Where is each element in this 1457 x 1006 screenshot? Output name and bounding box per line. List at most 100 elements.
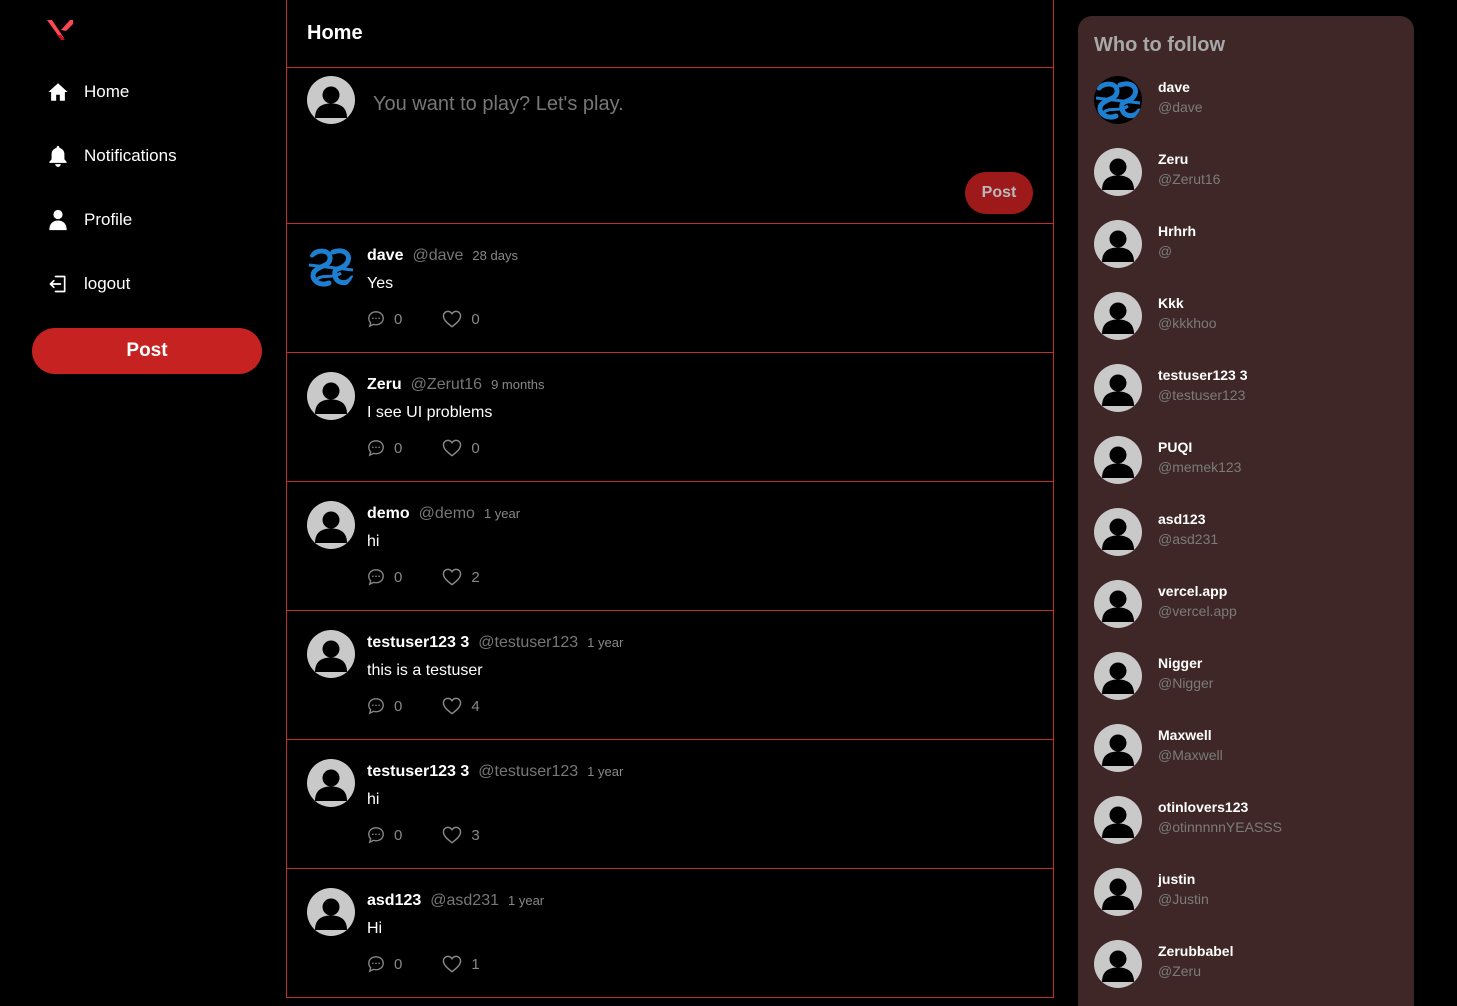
like-button[interactable]: 0 — [442, 439, 480, 457]
follow-user-name[interactable]: asd123 — [1158, 511, 1205, 527]
avatar[interactable] — [1094, 292, 1142, 340]
home-icon — [46, 80, 70, 104]
avatar[interactable] — [1094, 436, 1142, 484]
heart-icon — [442, 568, 462, 586]
reply-button[interactable]: 0 — [367, 955, 402, 973]
follow-user-name[interactable]: Maxwell — [1158, 727, 1212, 743]
follow-user-handle: @kkkhoo — [1158, 315, 1217, 331]
avatar[interactable] — [307, 501, 355, 549]
follow-user-handle: @ — [1158, 243, 1173, 259]
tweet-card[interactable]: demo @demo 1 year hi 0 2 — [287, 482, 1053, 611]
avatar[interactable] — [1094, 364, 1142, 412]
composer-post-button[interactable]: Post — [965, 172, 1033, 214]
follow-suggestion[interactable]: Hrhrh @ — [1094, 220, 1394, 276]
follow-user-name[interactable]: justin — [1158, 871, 1195, 887]
tweet-author-name[interactable]: demo — [367, 505, 410, 523]
tweet-actions: 04 — [367, 697, 480, 715]
follow-user-name[interactable]: Kkk — [1158, 295, 1184, 311]
comment-icon — [367, 568, 385, 586]
follow-suggestion[interactable]: otinlovers123 @otinnnnnYEASSS — [1094, 796, 1394, 852]
tweet-text: Yes — [367, 275, 394, 292]
reply-button[interactable]: 0 — [367, 568, 402, 586]
follow-suggestion[interactable]: Zerubbabel @Zeru — [1094, 940, 1394, 996]
follow-suggestion[interactable]: Nigger @Nigger — [1094, 652, 1394, 708]
reply-button[interactable]: 0 — [367, 439, 402, 457]
follow-suggestion[interactable]: dave @dave — [1094, 76, 1394, 132]
follow-user-name[interactable]: Zerubbabel — [1158, 943, 1233, 959]
tweet-author-name[interactable]: asd123 — [367, 892, 421, 910]
avatar[interactable] — [1094, 508, 1142, 556]
follow-user-name[interactable]: Hrhrh — [1158, 223, 1196, 239]
avatar[interactable] — [307, 888, 355, 936]
composer-input[interactable] — [371, 88, 1015, 120]
follow-suggestion[interactable]: PUQI @memek123 — [1094, 436, 1394, 492]
avatar[interactable] — [1094, 868, 1142, 916]
follow-suggestion[interactable]: Kkk @kkkhoo — [1094, 292, 1394, 348]
nav-notifications[interactable]: Notifications — [46, 136, 177, 176]
tweet-actions: 01 — [367, 955, 480, 973]
avatar[interactable] — [1094, 940, 1142, 988]
avatar[interactable] — [307, 372, 355, 420]
tweet-card[interactable]: testuser123 3 @testuser123 1 year this is a… — [287, 611, 1053, 740]
tweet-author-name[interactable]: dave — [367, 247, 403, 265]
like-button[interactable]: 1 — [442, 955, 480, 973]
avatar[interactable] — [1094, 76, 1142, 124]
avatar[interactable] — [1094, 652, 1142, 700]
reply-button[interactable]: 0 — [367, 697, 402, 715]
tweet-header: demo @demo 1 year — [367, 505, 520, 523]
tweet-author-name[interactable]: testuser123 3 — [367, 634, 469, 652]
follow-user-name[interactable]: testuser123 3 — [1158, 367, 1248, 383]
follow-user-name[interactable]: Zeru — [1158, 151, 1188, 167]
tweet-card[interactable]: dave @dave 28 days Yes 0 0 — [287, 224, 1053, 353]
like-button[interactable]: 2 — [442, 568, 480, 586]
follow-suggestion[interactable]: vercel.app @vercel.app — [1094, 580, 1394, 636]
feed-header: Home — [287, 0, 1053, 68]
follow-user-name[interactable]: PUQI — [1158, 439, 1192, 455]
avatar[interactable] — [1094, 220, 1142, 268]
reply-count: 0 — [394, 826, 403, 844]
tweet-card[interactable]: asd123 @asd231 1 year Hi 0 1 — [287, 869, 1053, 998]
like-button[interactable]: 4 — [442, 697, 480, 715]
avatar[interactable] — [307, 243, 355, 291]
tweet-header: asd123 @asd231 1 year — [367, 892, 544, 910]
tweet-header: Zeru @Zerut16 9 months — [367, 376, 545, 394]
tweet-author-name[interactable]: testuser123 3 — [367, 763, 469, 781]
reply-count: 0 — [394, 439, 403, 457]
nav-logout[interactable]: logout — [46, 264, 130, 304]
follow-user-name[interactable]: dave — [1158, 79, 1190, 95]
post-button[interactable]: Post — [32, 328, 262, 374]
like-button[interactable]: 3 — [442, 826, 480, 844]
follow-user-name[interactable]: otinlovers123 — [1158, 799, 1248, 815]
comment-icon — [367, 439, 385, 457]
who-to-follow-title: Who to follow — [1094, 34, 1226, 56]
avatar[interactable] — [1094, 148, 1142, 196]
nav-home[interactable]: Home — [46, 72, 129, 112]
tweet-text: hi — [367, 791, 380, 808]
follow-suggestion[interactable]: Maxwell @Maxwell — [1094, 724, 1394, 780]
tweet-actions: 03 — [367, 826, 480, 844]
bell-icon — [46, 144, 70, 168]
avatar[interactable] — [1094, 796, 1142, 844]
follow-suggestion[interactable]: Zeru @Zerut16 — [1094, 148, 1394, 204]
heart-icon — [442, 439, 462, 457]
nav-profile[interactable]: Profile — [46, 200, 132, 240]
like-button[interactable]: 0 — [442, 310, 480, 328]
like-count: 1 — [471, 955, 480, 973]
follow-suggestion[interactable]: asd123 @asd231 — [1094, 508, 1394, 564]
tweet-card[interactable]: testuser123 3 @testuser123 1 year hi 0 3 — [287, 740, 1053, 869]
follow-user-name[interactable]: vercel.app — [1158, 583, 1227, 599]
avatar[interactable] — [307, 759, 355, 807]
reply-button[interactable]: 0 — [367, 826, 402, 844]
tweet-author-name[interactable]: Zeru — [367, 376, 402, 394]
follow-suggestion[interactable]: justin @Justin — [1094, 868, 1394, 924]
tweet-author-handle: @asd231 — [430, 892, 499, 909]
v-logo-icon[interactable] — [46, 16, 74, 42]
avatar[interactable] — [1094, 724, 1142, 772]
follow-suggestion[interactable]: testuser123 3 @testuser123 — [1094, 364, 1394, 420]
avatar[interactable] — [1094, 580, 1142, 628]
tweet-card[interactable]: Zeru @Zerut16 9 months I see UI problems 0 0 — [287, 353, 1053, 482]
follow-user-name[interactable]: Nigger — [1158, 655, 1202, 671]
reply-button[interactable]: 0 — [367, 310, 402, 328]
avatar[interactable] — [307, 630, 355, 678]
tweet-author-handle: @dave — [412, 247, 464, 264]
